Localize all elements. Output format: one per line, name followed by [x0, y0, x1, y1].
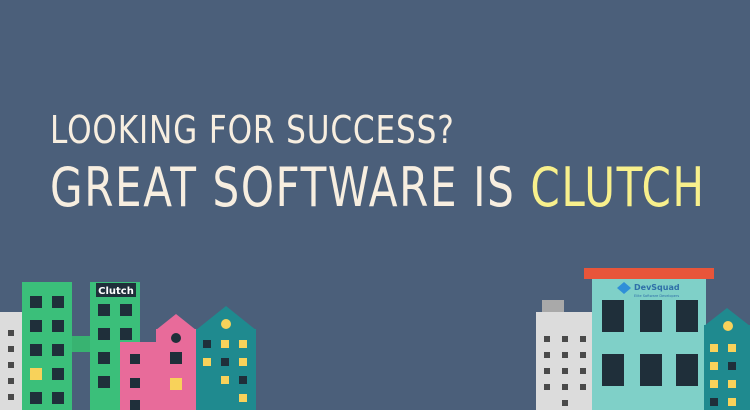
teal-building-right: [704, 308, 750, 410]
city-skyline-illustration: Clutch DevSquad Elite Software Developer…: [0, 268, 750, 410]
devsquad-tagline: Elite Software Developers: [634, 294, 679, 298]
teal-building-left: [196, 306, 256, 410]
left-building-cluster: Clutch: [0, 282, 256, 410]
clutch-sign-text: Clutch: [98, 286, 134, 297]
pink-building-2: [156, 314, 196, 410]
skybridge: [72, 336, 92, 352]
devsquad-building: DevSquad Elite Software Developers: [584, 268, 714, 410]
green-building-1: [22, 282, 72, 410]
devsquad-name: DevSquad: [634, 283, 680, 292]
orange-roof: [584, 268, 714, 279]
gray-building-right: [536, 300, 596, 410]
pink-building-1: [120, 342, 162, 410]
right-building-cluster: DevSquad Elite Software Developers: [536, 268, 750, 410]
gray-building-left: [0, 312, 24, 410]
